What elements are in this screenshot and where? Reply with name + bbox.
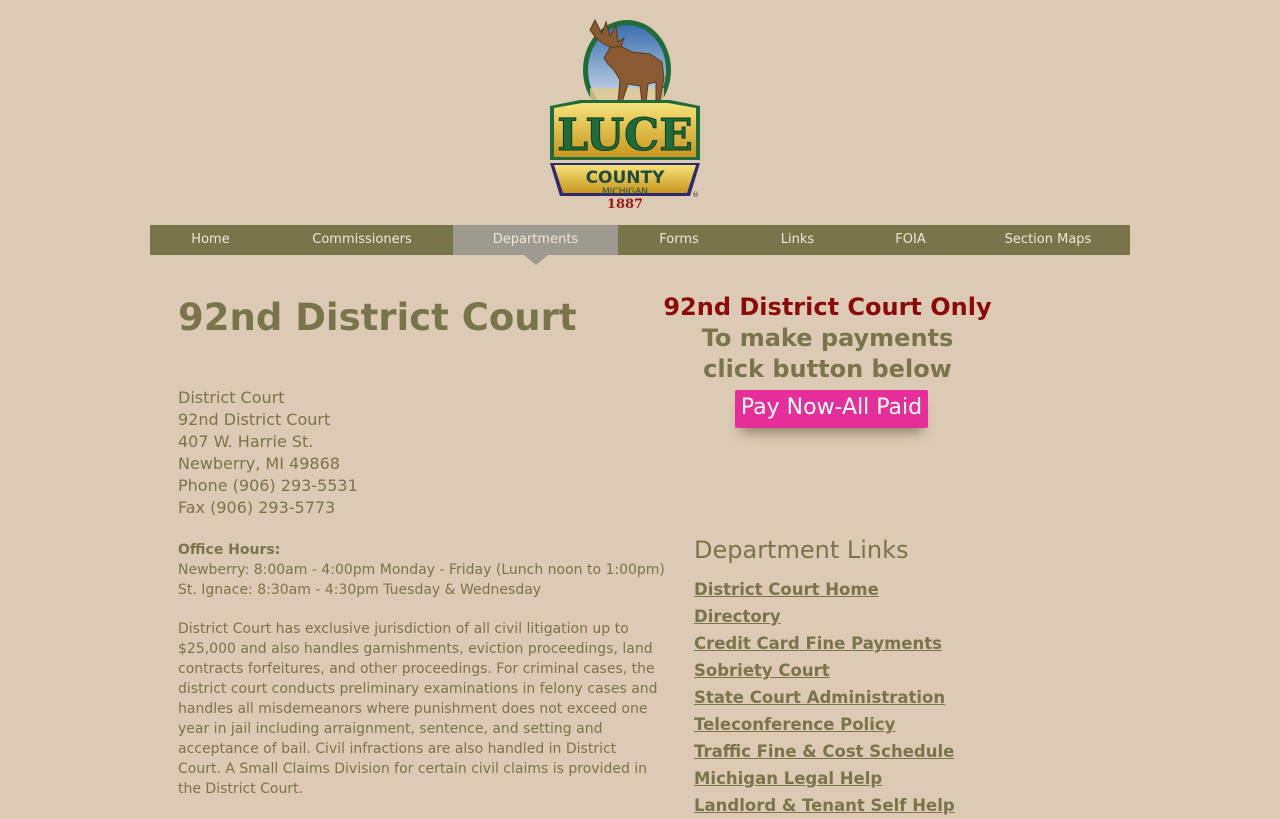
nav-item-forms[interactable]: Forms bbox=[618, 225, 740, 255]
link-landlord-tenant-self-help[interactable]: Landlord & Tenant Self Help bbox=[694, 792, 955, 819]
link-michigan-legal-help[interactable]: Michigan Legal Help bbox=[694, 765, 955, 792]
address-line: 407 W. Harrie St. bbox=[178, 432, 314, 451]
nav-item-home[interactable]: Home bbox=[150, 225, 271, 255]
logo-registered-text: ® bbox=[692, 191, 699, 199]
nav-item-foia[interactable]: FOIA bbox=[855, 225, 966, 255]
nav-item-departments[interactable]: Departments bbox=[453, 225, 618, 265]
nav-item-commissioners[interactable]: Commissioners bbox=[271, 225, 453, 255]
pay-now-button[interactable]: Pay Now-All Paid bbox=[735, 390, 928, 428]
nav-item-links[interactable]: Links bbox=[740, 225, 855, 255]
link-directory[interactable]: Directory bbox=[694, 603, 955, 630]
phone-number: Phone (906) 293-5531 bbox=[178, 476, 358, 495]
link-credit-card-fine-payments[interactable]: Credit Card Fine Payments bbox=[694, 630, 955, 657]
department-links-list: District Court Home Directory Credit Car… bbox=[694, 576, 955, 819]
office-hours-label: Office Hours: bbox=[178, 542, 281, 558]
main-nav: Home Commissioners Departments Forms Lin… bbox=[150, 225, 1130, 265]
court-description: District Court has exclusive jurisdictio… bbox=[178, 621, 658, 797]
office-hours-line: Newberry: 8:00am - 4:00pm Monday - Frida… bbox=[178, 562, 665, 578]
page-title: 92nd District Court bbox=[178, 296, 577, 339]
fax-number: Fax (906) 293-5773 bbox=[178, 498, 336, 517]
link-state-court-administration[interactable]: State Court Administration bbox=[694, 684, 955, 711]
office-hours: Office Hours: Newberry: 8:00am - 4:00pm … bbox=[178, 540, 665, 600]
luce-county-logo[interactable]: LUCE COUNTY MICHIGAN 1887 ® bbox=[540, 8, 710, 213]
logo-county-text: COUNTY bbox=[586, 168, 666, 188]
payment-instruction-line: click button below bbox=[703, 355, 952, 383]
address-line: District Court bbox=[178, 388, 285, 407]
link-teleconference-policy[interactable]: Teleconference Policy bbox=[694, 711, 955, 738]
nav-item-section-maps[interactable]: Section Maps bbox=[966, 225, 1130, 255]
link-sobriety-court[interactable]: Sobriety Court bbox=[694, 657, 955, 684]
logo-luce-text: LUCE bbox=[557, 110, 692, 161]
logo-year-text: 1887 bbox=[607, 197, 643, 212]
moose-emblem-icon: LUCE COUNTY MICHIGAN 1887 ® bbox=[550, 18, 700, 212]
address-line: Newberry, MI 49868 bbox=[178, 454, 340, 473]
address-line: 92nd District Court bbox=[178, 410, 331, 429]
court-address: District Court 92nd District Court 407 W… bbox=[178, 387, 358, 519]
payment-instruction-line: To make payments bbox=[701, 324, 954, 352]
office-hours-line: St. Ignace: 8:30am - 4:30pm Tuesday & We… bbox=[178, 582, 542, 598]
link-district-court-home[interactable]: District Court Home bbox=[694, 576, 955, 603]
payment-block: 92nd District Court Only To make payment… bbox=[660, 292, 995, 385]
payment-court-only-text: 92nd District Court Only bbox=[663, 293, 992, 321]
department-links-title: Department Links bbox=[694, 536, 909, 564]
logo-state-text: MICHIGAN bbox=[602, 187, 648, 197]
link-traffic-fine-cost-schedule[interactable]: Traffic Fine & Cost Schedule bbox=[694, 738, 955, 765]
